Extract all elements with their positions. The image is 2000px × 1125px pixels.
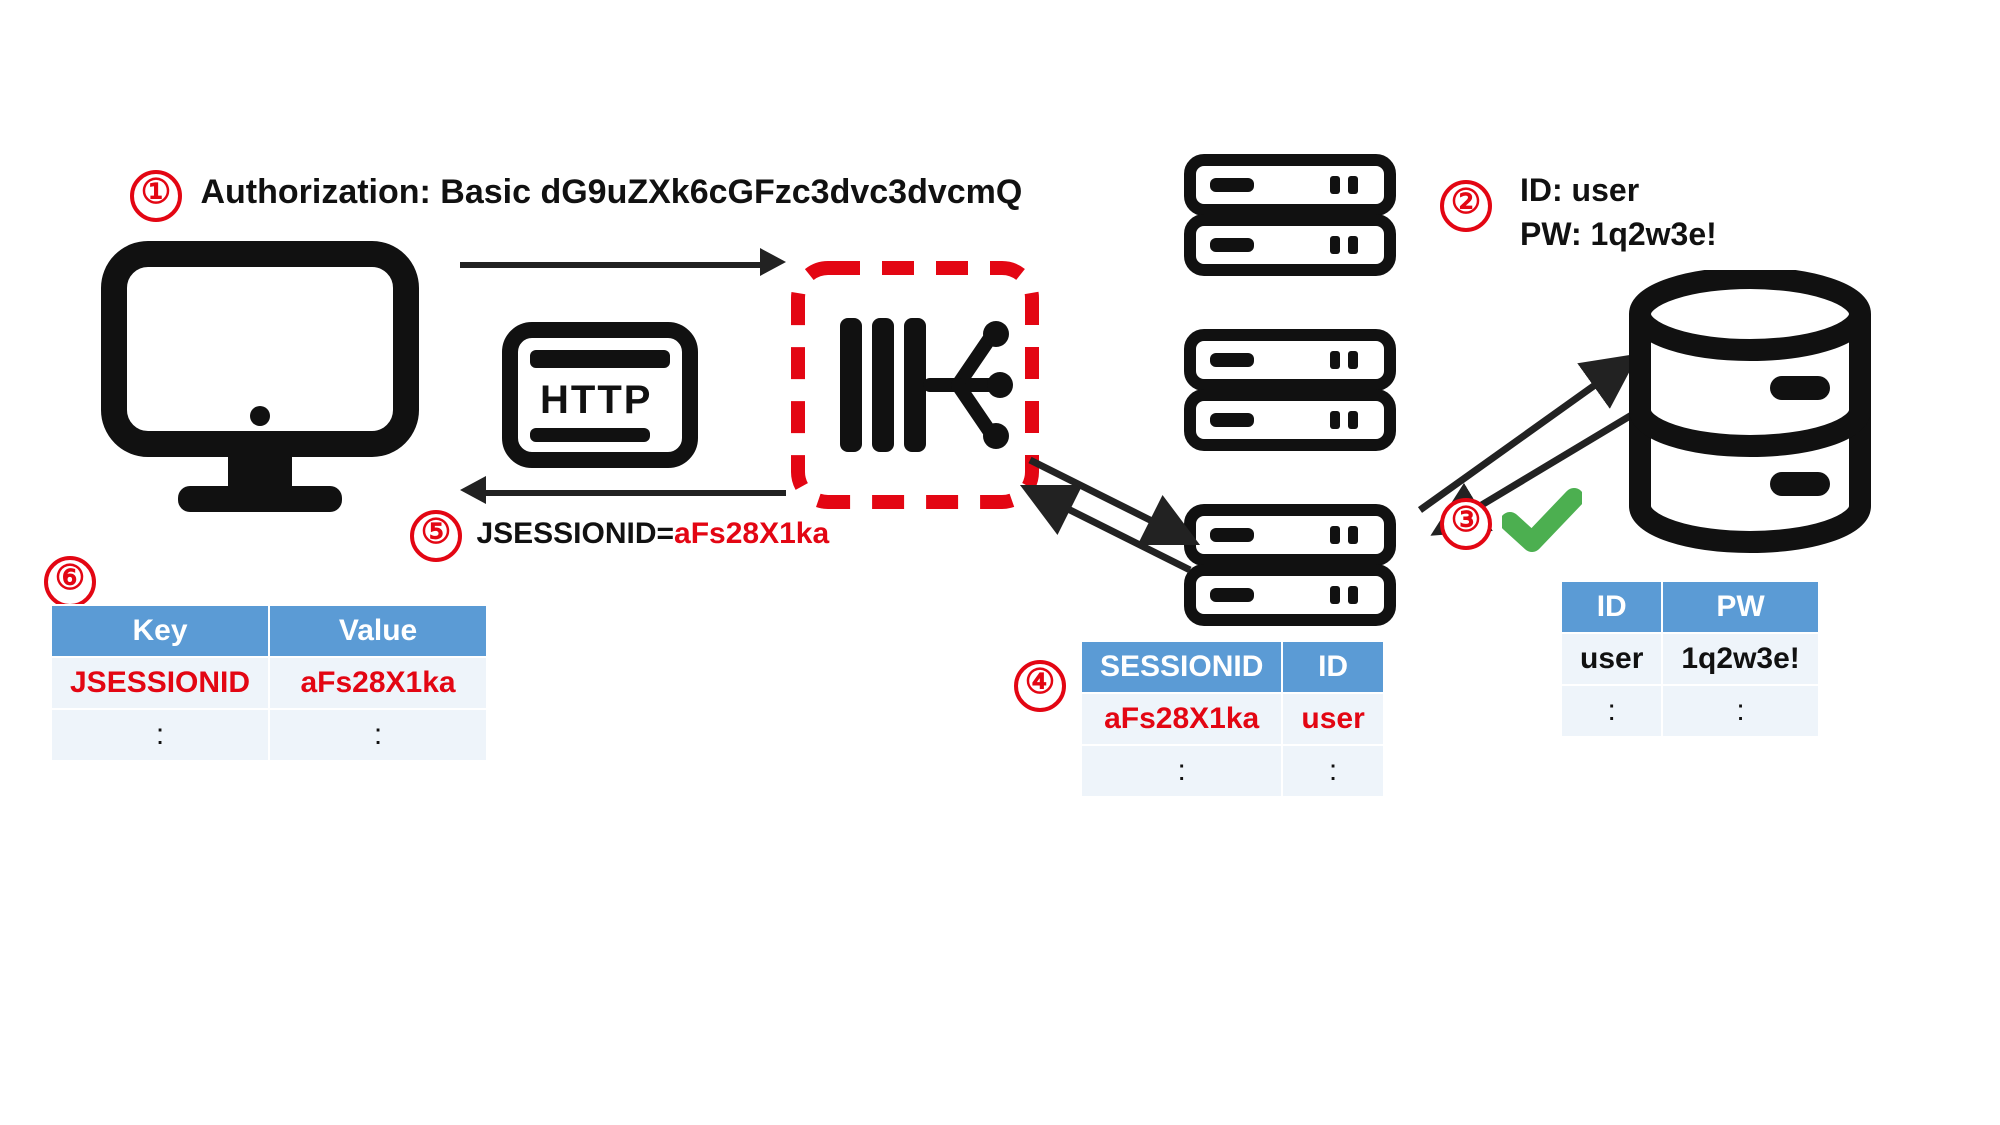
arrow-response-head (460, 476, 486, 504)
step-3-badge: ③ (1440, 498, 1492, 550)
step-6-badge: ⑥ (44, 556, 96, 608)
step-6: ⑥ (44, 556, 96, 608)
step-1-badge: ① (130, 170, 182, 222)
db-th-id: ID (1561, 581, 1662, 633)
arrow-lb-server (1000, 430, 1220, 600)
db-r1-k: : (1561, 685, 1662, 737)
cookie-table-wrap: Key Value JSESSIONID aFs28X1ka : : (50, 604, 488, 762)
server-1 (1180, 150, 1400, 285)
auth-session-flow-diagram: ① Authorization: Basic dG9uZXk6cGFzc3dvc… (0, 0, 2000, 1125)
sess-r0-v: user (1282, 693, 1383, 745)
sess-th-sid: SESSIONID (1081, 641, 1282, 693)
check-mark (1502, 486, 1582, 561)
http-text: HTTP (540, 378, 652, 423)
monitor-icon (100, 240, 420, 530)
ck-th-val: Value (269, 605, 487, 657)
step-2-text: ID: user PW: 1q2w3e! (1520, 168, 1717, 256)
step-1-label: Authorization: Basic dG9uZXk6cGFzc3dvc3d… (200, 173, 1022, 211)
ck-th-key: Key (51, 605, 269, 657)
server-icon (1180, 150, 1400, 280)
db-table: ID PW user 1q2w3e! : : (1560, 580, 1820, 738)
step-5: ⑤ JSESSIONID=aFs28X1ka (410, 510, 829, 562)
sess-r0-k: aFs28X1ka (1081, 693, 1282, 745)
session-table: SESSIONID ID aFs28X1ka user : : (1080, 640, 1385, 798)
ck-r0-k: JSESSIONID (51, 657, 269, 709)
check-icon (1502, 486, 1582, 556)
db-r0-v: 1q2w3e! (1662, 633, 1818, 685)
sess-th-id: ID (1282, 641, 1383, 693)
db-r1-v: : (1662, 685, 1818, 737)
ck-r0-v: aFs28X1ka (269, 657, 487, 709)
step-4: ④ (1014, 660, 1066, 712)
sess-r1-v: : (1282, 745, 1383, 797)
step-1: ① Authorization: Basic dG9uZXk6cGFzc3dvc… (130, 170, 1022, 222)
arrow-request-head (760, 248, 786, 276)
session-table-wrap: SESSIONID ID aFs28X1ka user : : (1080, 640, 1385, 798)
db-r0-k: user (1561, 633, 1662, 685)
step-2: ② (1440, 180, 1492, 232)
arrow-response (486, 490, 786, 496)
step-5-badge: ⑤ (410, 510, 462, 562)
step-5-value: aFs28X1ka (674, 517, 829, 550)
db-th-pw: PW (1662, 581, 1818, 633)
step-3: ③ (1440, 498, 1492, 550)
step-2-pw: PW: 1q2w3e! (1520, 212, 1717, 256)
ck-r1-v: : (269, 709, 487, 761)
step-5-prefix: JSESSIONID= (476, 517, 674, 550)
step-2-badge: ② (1440, 180, 1492, 232)
database-icon (1620, 270, 1880, 560)
db-table-wrap: ID PW user 1q2w3e! : : (1560, 580, 1820, 738)
cookie-table: Key Value JSESSIONID aFs28X1ka : : (50, 604, 488, 762)
database (1620, 270, 1880, 565)
http-badge: HTTP (500, 320, 700, 475)
ck-r1-k: : (51, 709, 269, 761)
arrow-request (460, 262, 760, 268)
step-4-badge: ④ (1014, 660, 1066, 712)
step-2-id: ID: user (1520, 168, 1717, 212)
client-monitor (100, 240, 420, 535)
sess-r1-k: : (1081, 745, 1282, 797)
